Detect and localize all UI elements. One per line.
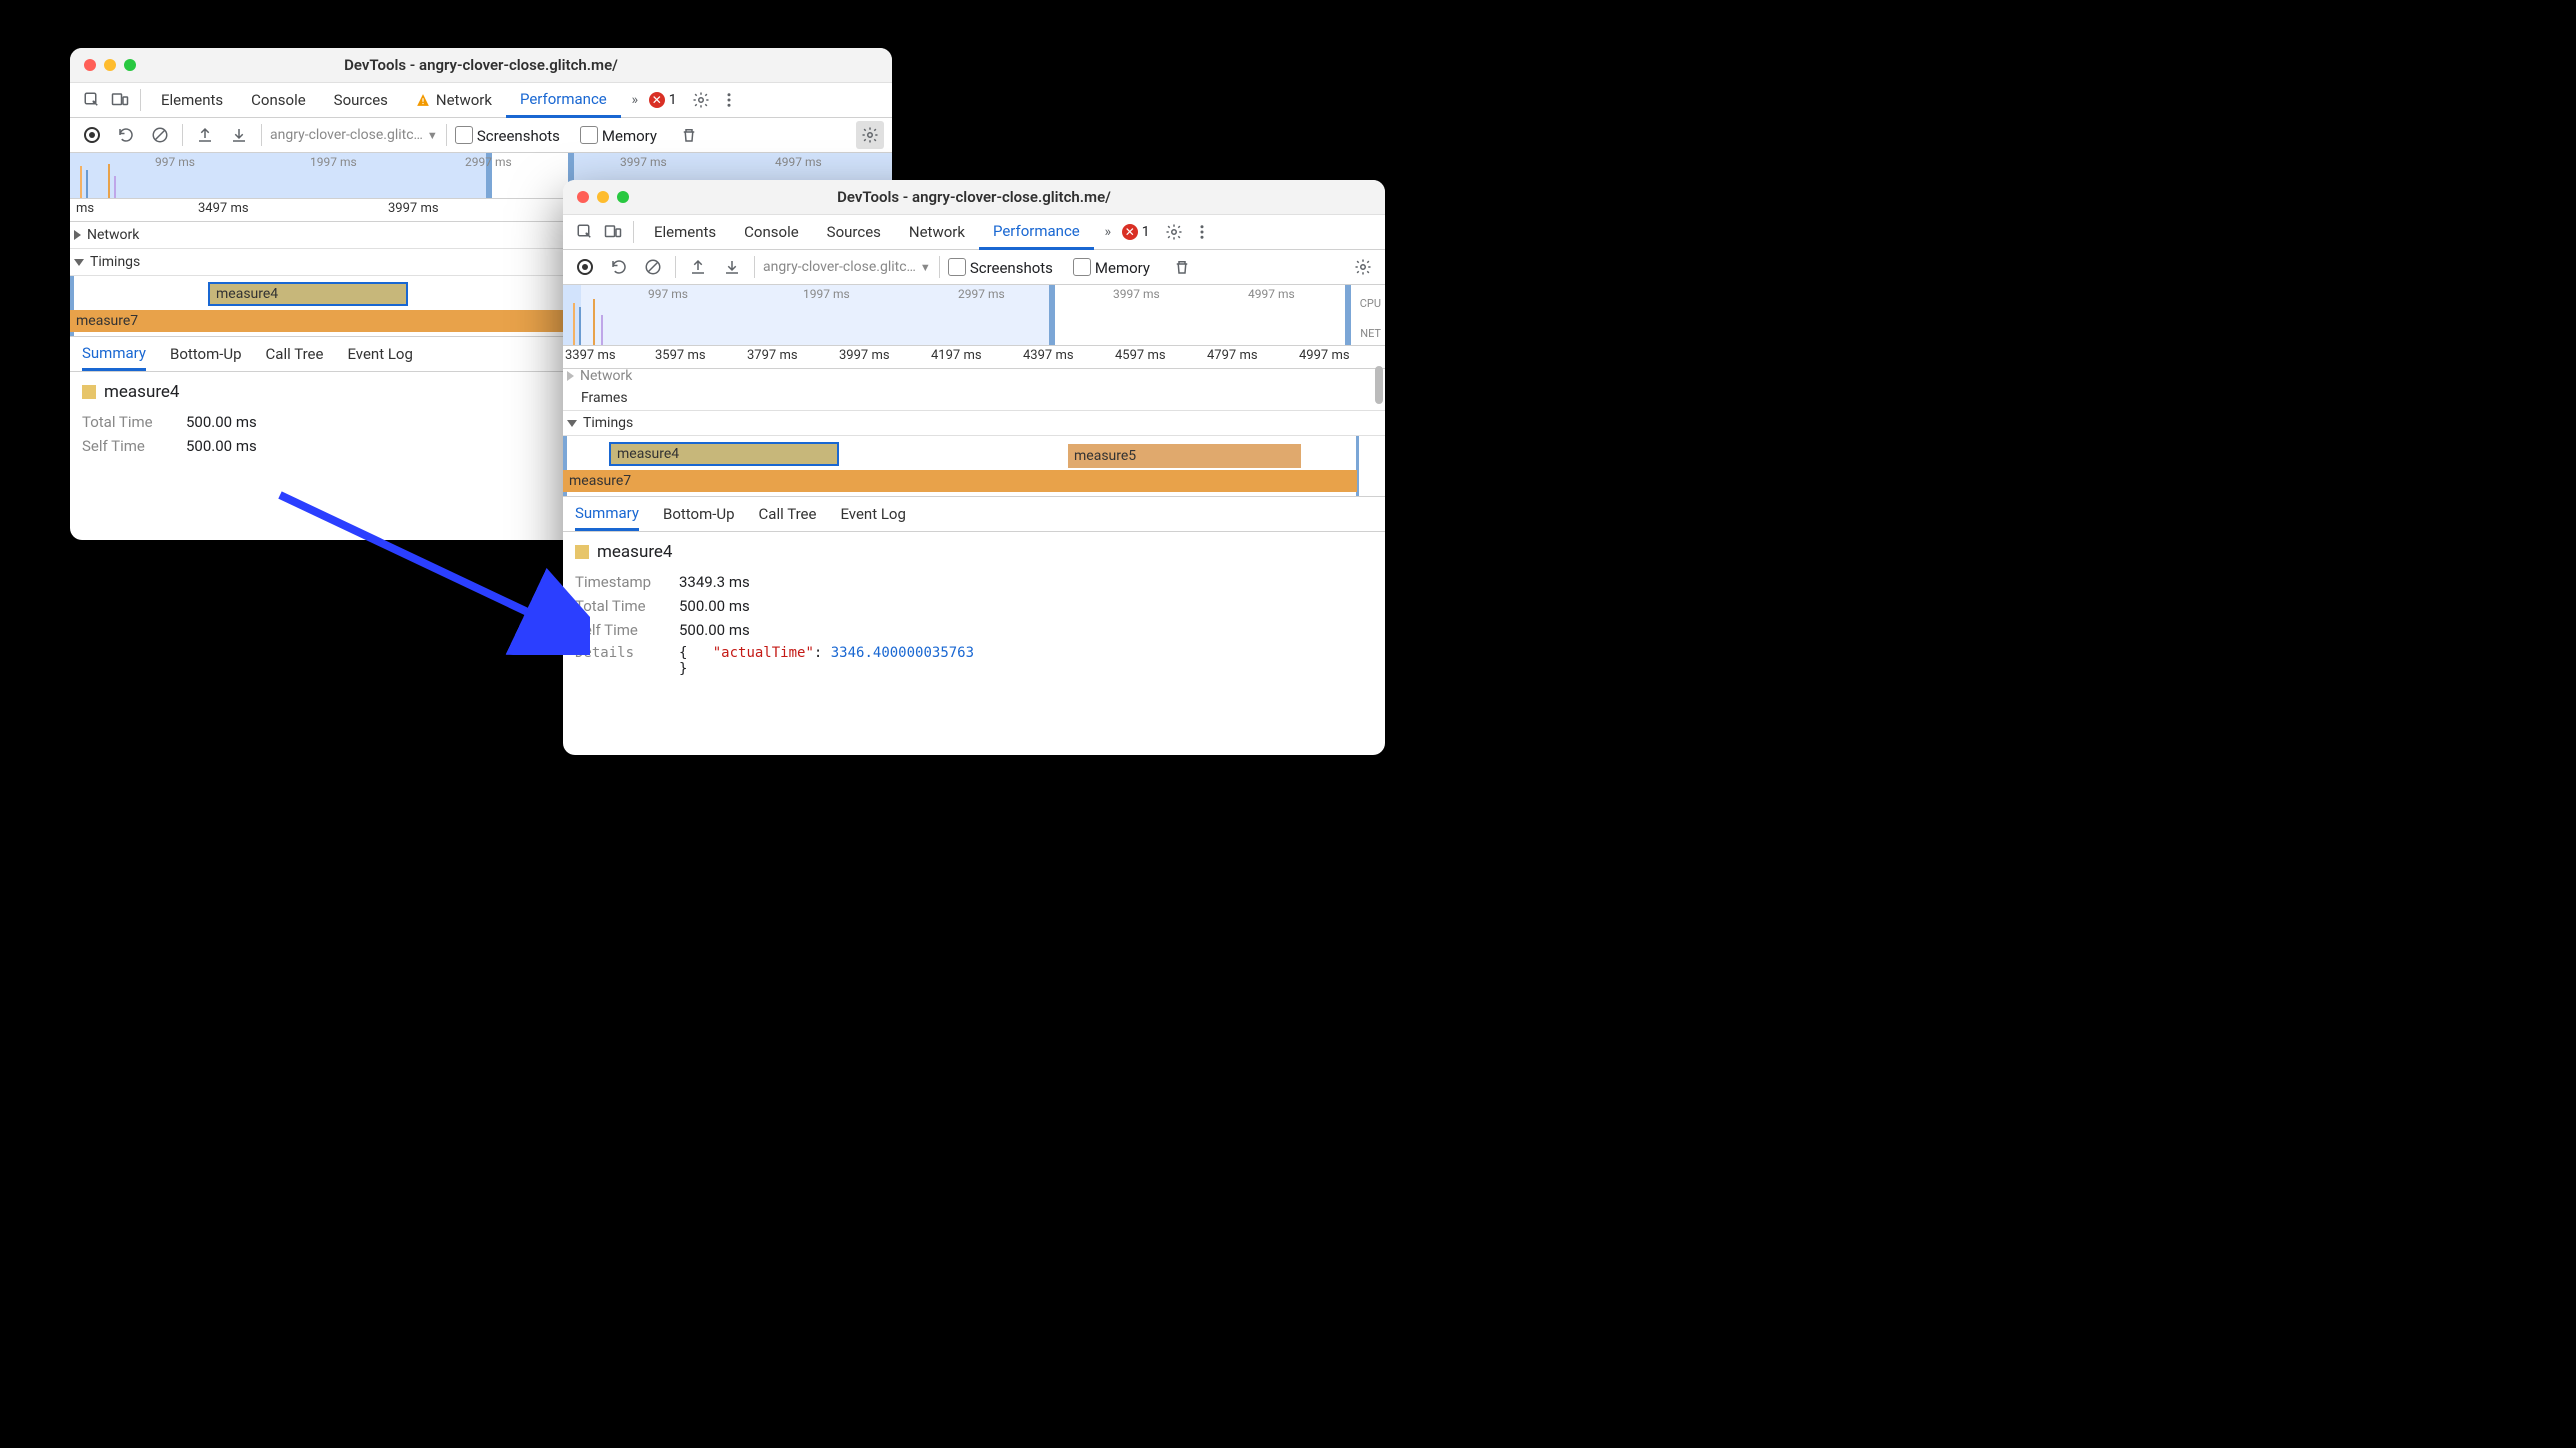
upload-icon[interactable] [191, 121, 219, 149]
chevron-down-icon [567, 420, 577, 427]
summary-name: measure4 [575, 542, 1373, 562]
row-total-time: Total Time500.00 ms [575, 594, 1373, 618]
tab-network[interactable]: Network [895, 215, 979, 249]
chevron-right-icon [74, 230, 81, 240]
error-icon: ✕ [649, 92, 665, 108]
tab-network[interactable]: Network [402, 83, 506, 117]
row-details: Details { "actualTime": 3346.40000003576… [575, 642, 1373, 680]
tab-console[interactable]: Console [730, 215, 813, 249]
dtab-calltree[interactable]: Call Tree [759, 497, 817, 531]
titlebar: DevTools - angry-clover-close.glitch.me/ [563, 180, 1385, 215]
warning-icon [416, 93, 430, 107]
measure4-bar[interactable]: measure4 [609, 442, 839, 466]
garbage-collect-icon[interactable] [1168, 253, 1196, 281]
tab-performance[interactable]: Performance [506, 84, 621, 118]
more-tabs-icon[interactable]: » [621, 86, 649, 114]
timings-row[interactable]: Timings [563, 411, 1385, 436]
dtab-calltree[interactable]: Call Tree [266, 337, 324, 371]
profile-select[interactable]: angry-clover-close.glitc…▼ [763, 259, 931, 275]
dtab-summary[interactable]: Summary [575, 497, 639, 531]
clear-icon[interactable] [639, 253, 667, 281]
close-icon[interactable] [84, 59, 96, 71]
download-icon[interactable] [718, 253, 746, 281]
row-self-time: Self Time500.00 ms [575, 618, 1373, 642]
close-icon[interactable] [577, 191, 589, 203]
kebab-icon[interactable] [715, 86, 743, 114]
capture-settings-icon[interactable] [856, 121, 884, 149]
screenshots-checkbox[interactable]: Screenshots [948, 258, 1053, 277]
flame-chart[interactable]: measure4 measure5 measure7 [563, 436, 1385, 497]
tab-elements[interactable]: Elements [147, 83, 237, 117]
window-title: DevTools - angry-clover-close.glitch.me/ [563, 188, 1385, 206]
chevron-right-icon [567, 371, 574, 381]
error-icon: ✕ [1122, 224, 1138, 240]
dtab-summary[interactable]: Summary [82, 337, 146, 371]
minimize-icon[interactable] [104, 59, 116, 71]
selection-handle-left[interactable] [1049, 285, 1055, 345]
scrollbar-thumb[interactable] [1375, 366, 1383, 404]
tab-performance[interactable]: Performance [979, 216, 1094, 250]
chevron-down-icon: ▼ [427, 129, 438, 142]
kebab-icon[interactable] [1188, 218, 1216, 246]
screenshots-checkbox[interactable]: Screenshots [455, 126, 560, 145]
network-row-collapsed[interactable]: Network [563, 366, 1385, 386]
window-title: DevTools - angry-clover-close.glitch.me/ [70, 56, 892, 74]
devtools-tabbar: Elements Console Sources Network Perform… [70, 83, 892, 118]
summary-panel: measure4 Timestamp3349.3 ms Total Time50… [563, 532, 1385, 690]
titlebar: DevTools - angry-clover-close.glitch.me/ [70, 48, 892, 83]
tab-sources[interactable]: Sources [320, 83, 402, 117]
reload-icon[interactable] [605, 253, 633, 281]
record-icon[interactable] [571, 253, 599, 281]
device-icon[interactable] [599, 218, 627, 246]
capture-settings-icon[interactable] [1349, 253, 1377, 281]
detail-tabbar: Summary Bottom-Up Call Tree Event Log [563, 497, 1385, 532]
tab-elements[interactable]: Elements [640, 215, 730, 249]
measure7-bar[interactable]: measure7 [563, 470, 1357, 492]
frames-row[interactable]: Frames [563, 386, 1385, 411]
measure5-bar[interactable]: measure5 [1068, 444, 1301, 468]
record-icon[interactable] [78, 121, 106, 149]
inspect-icon[interactable] [78, 86, 106, 114]
dtab-eventlog[interactable]: Event Log [840, 497, 905, 531]
inspect-icon[interactable] [571, 218, 599, 246]
window-controls [563, 191, 643, 203]
error-badge[interactable]: ✕1 [649, 92, 677, 108]
download-icon[interactable] [225, 121, 253, 149]
perf-toolbar: angry-clover-close.glitc…▼ Screenshots M… [563, 250, 1385, 285]
upload-icon[interactable] [684, 253, 712, 281]
row-timestamp: Timestamp3349.3 ms [575, 570, 1373, 594]
tab-console[interactable]: Console [237, 83, 320, 117]
color-swatch [82, 385, 96, 399]
chevron-down-icon [74, 259, 84, 266]
minimize-icon[interactable] [597, 191, 609, 203]
profile-select[interactable]: angry-clover-close.glitc…▼ [270, 127, 438, 143]
window-controls [70, 59, 150, 71]
dtab-eventlog[interactable]: Event Log [347, 337, 412, 371]
perf-toolbar: angry-clover-close.glitc…▼ Screenshots M… [70, 118, 892, 153]
tab-sources[interactable]: Sources [813, 215, 895, 249]
zoom-icon[interactable] [124, 59, 136, 71]
memory-checkbox[interactable]: Memory [580, 126, 657, 145]
device-icon[interactable] [106, 86, 134, 114]
color-swatch [575, 545, 589, 559]
garbage-collect-icon[interactable] [675, 121, 703, 149]
settings-icon[interactable] [687, 86, 715, 114]
selection-handle-right[interactable] [1345, 285, 1351, 345]
overview-minimap[interactable]: 997 ms 1997 ms 2997 ms 3997 ms 4997 ms C… [563, 285, 1385, 346]
error-badge[interactable]: ✕1 [1122, 224, 1150, 240]
zoom-icon[interactable] [617, 191, 629, 203]
chevron-down-icon: ▼ [920, 261, 931, 274]
reload-icon[interactable] [112, 121, 140, 149]
devtools-window-2: DevTools - angry-clover-close.glitch.me/… [563, 180, 1385, 755]
dtab-bottomup[interactable]: Bottom-Up [170, 337, 242, 371]
settings-icon[interactable] [1160, 218, 1188, 246]
memory-checkbox[interactable]: Memory [1073, 258, 1150, 277]
more-tabs-icon[interactable]: » [1094, 218, 1122, 246]
dtab-bottomup[interactable]: Bottom-Up [663, 497, 735, 531]
devtools-tabbar: Elements Console Sources Network Perform… [563, 215, 1385, 250]
clear-icon[interactable] [146, 121, 174, 149]
measure4-bar[interactable]: measure4 [208, 282, 408, 306]
